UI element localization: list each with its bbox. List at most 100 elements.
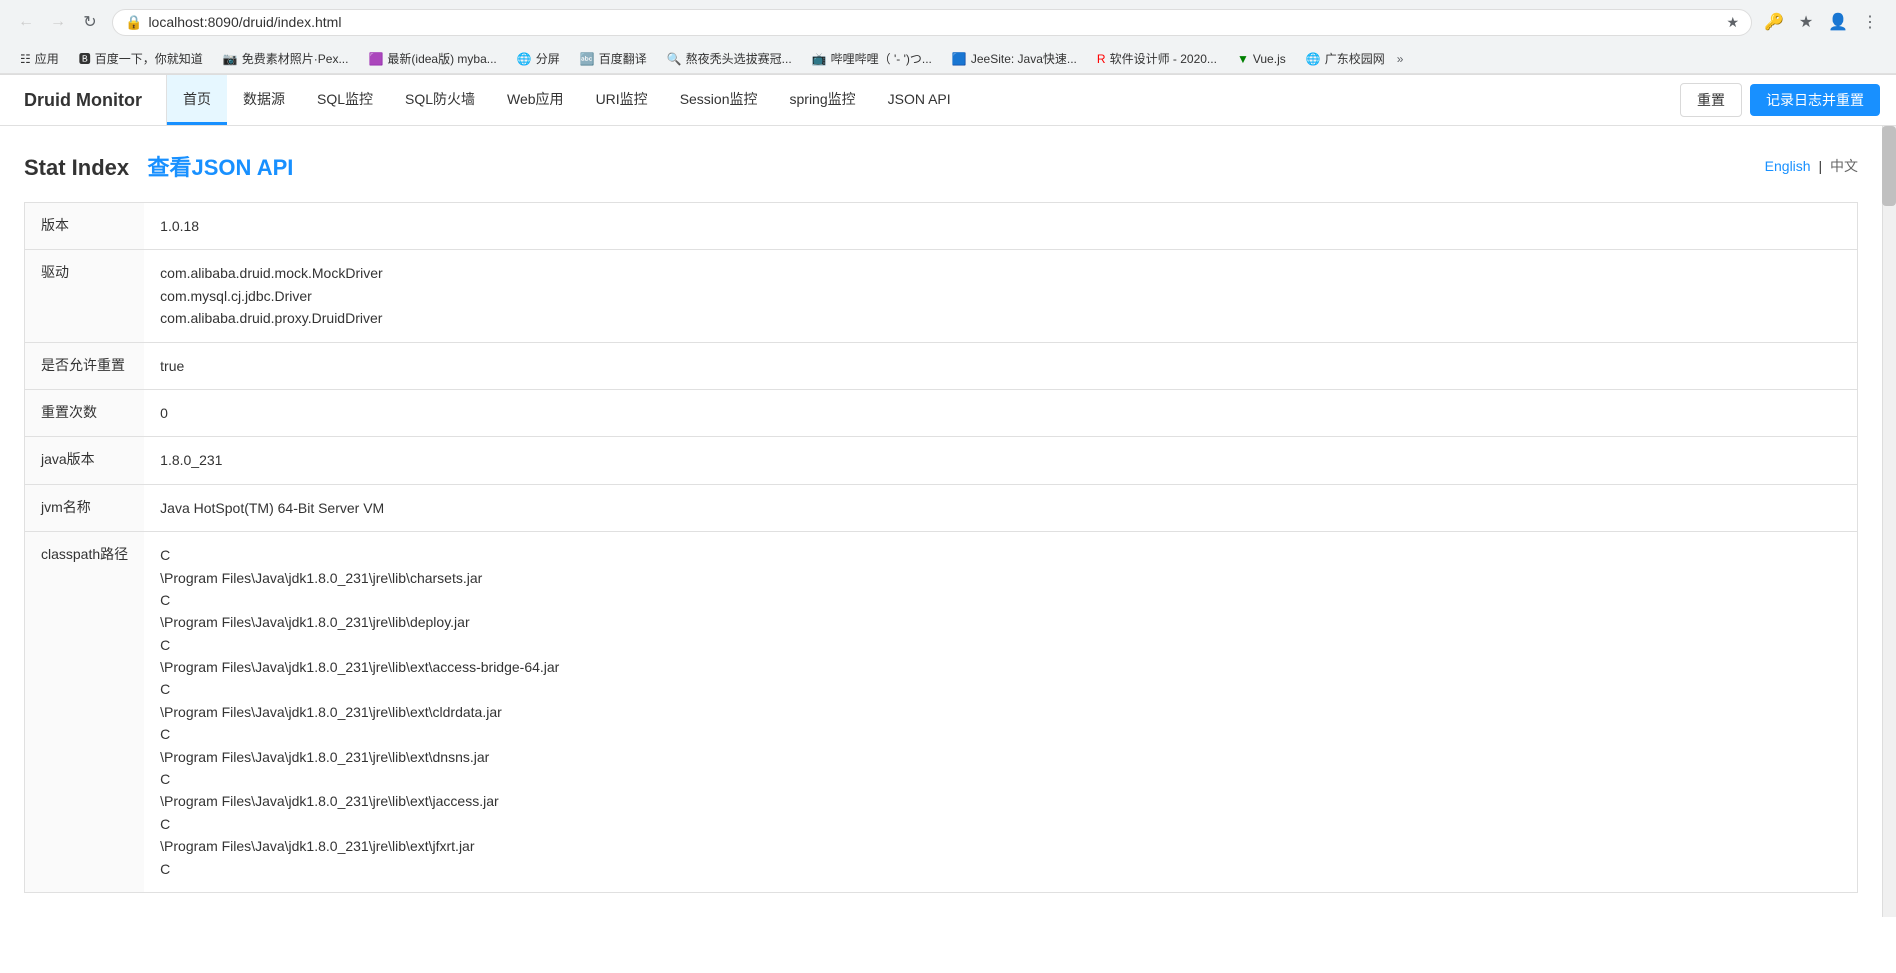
menu-icon[interactable]: ⋮ bbox=[1856, 8, 1884, 36]
bookmark-baidu[interactable]: 🅱 百度一下，你就知道 bbox=[71, 48, 211, 69]
bookmark-pex[interactable]: 📷 免费素材照片·Pex... bbox=[215, 48, 357, 69]
nav-actions: 重置 记录日志并重置 bbox=[1664, 83, 1896, 117]
bookmarks-bar: ☷ 应用 🅱 百度一下，你就知道 📷 免费素材照片·Pex... 🟪 最新(id… bbox=[0, 44, 1896, 74]
myba-icon: 🟪 bbox=[368, 52, 383, 66]
scrollbar[interactable] bbox=[1882, 126, 1896, 917]
label-classpath: classpath路径 bbox=[25, 532, 145, 893]
json-api-link[interactable]: 查看JSON API bbox=[147, 155, 293, 180]
bookmark-bilibili[interactable]: 📺 哔哩哔哩（ '- ')つ... bbox=[804, 48, 940, 69]
table-row-allow-reset: 是否允许重置 true bbox=[25, 342, 1858, 389]
bookmark-translate[interactable]: 🔤 百度翻译 bbox=[572, 48, 655, 69]
bilibili-icon: 📺 bbox=[812, 52, 827, 66]
label-version: 版本 bbox=[25, 203, 145, 250]
label-driver: 驱动 bbox=[25, 250, 145, 342]
bookmark-software-label: 软件设计师 - 2020... bbox=[1110, 50, 1217, 67]
software-icon: R bbox=[1097, 52, 1106, 66]
value-classpath: C \Program Files\Java\jdk1.8.0_231\jre\l… bbox=[144, 532, 1857, 893]
nav-item-spring-monitor[interactable]: spring监控 bbox=[774, 75, 872, 125]
translate-icon: 🔤 bbox=[580, 52, 595, 66]
browser-chrome: ← → ↻ 🔒 localhost:8090/druid/index.html … bbox=[0, 0, 1896, 75]
lock-icon: 🔒 bbox=[125, 14, 142, 31]
nav-item-home[interactable]: 首页 bbox=[167, 75, 227, 125]
lang-english[interactable]: English bbox=[1765, 158, 1811, 174]
nav-item-sql-firewall[interactable]: SQL防火墙 bbox=[389, 75, 491, 125]
value-reset-count: 0 bbox=[144, 389, 1857, 436]
nav-item-datasource[interactable]: 数据源 bbox=[227, 75, 301, 125]
bookmark-myba[interactable]: 🟪 最新(idea版) myba... bbox=[360, 48, 504, 69]
page-wrapper: Stat Index 查看JSON API English | 中文 版本 1.… bbox=[0, 126, 1896, 917]
browser-toolbar: ← → ↻ 🔒 localhost:8090/druid/index.html … bbox=[0, 0, 1896, 44]
table-row-reset-count: 重置次数 0 bbox=[25, 389, 1858, 436]
label-reset-count: 重置次数 bbox=[25, 389, 145, 436]
bookmark-vue-label: Vue.js bbox=[1253, 52, 1286, 66]
bookmark-bilibili-label: 哔哩哔哩（ '- ')つ... bbox=[831, 50, 932, 67]
browser-nav-buttons: ← → ↻ bbox=[12, 8, 104, 36]
key-icon[interactable]: 🔑 bbox=[1760, 8, 1788, 36]
bookmark-contest[interactable]: 🔍 熬夜秃头选拔赛冠... bbox=[659, 48, 800, 69]
value-driver: com.alibaba.druid.mock.MockDriver com.my… bbox=[144, 250, 1857, 342]
split-icon: 🌐 bbox=[517, 52, 532, 66]
app-nav: 首页 数据源 SQL监控 SQL防火墙 Web应用 URI监控 Session监… bbox=[167, 75, 1664, 125]
bookmark-star-icon[interactable]: ★ bbox=[1726, 14, 1739, 31]
bookmark-campus[interactable]: 🌐 广东校园网 bbox=[1298, 48, 1393, 69]
table-row-classpath: classpath路径 C \Program Files\Java\jdk1.8… bbox=[25, 532, 1858, 893]
vue-icon: ▼ bbox=[1237, 52, 1249, 66]
bookmark-myba-label: 最新(idea版) myba... bbox=[387, 50, 496, 67]
bookmark-split-label: 分屏 bbox=[536, 50, 560, 67]
bookmark-split[interactable]: 🌐 分屏 bbox=[509, 48, 568, 69]
forward-button[interactable]: → bbox=[44, 8, 72, 36]
pex-icon: 📷 bbox=[223, 52, 238, 66]
page-title: Stat Index 查看JSON API bbox=[24, 150, 293, 182]
value-jvm-name: Java HotSpot(TM) 64-Bit Server VM bbox=[144, 484, 1857, 531]
table-row-version: 版本 1.0.18 bbox=[25, 203, 1858, 250]
extensions-icon[interactable]: ★ bbox=[1792, 8, 1820, 36]
bookmark-vue[interactable]: ▼ Vue.js bbox=[1229, 50, 1294, 68]
nav-item-json-api[interactable]: JSON API bbox=[872, 75, 967, 125]
stat-table: 版本 1.0.18 驱动 com.alibaba.druid.mock.Mock… bbox=[24, 202, 1858, 893]
nav-item-uri-monitor[interactable]: URI监控 bbox=[580, 75, 664, 125]
value-allow-reset: true bbox=[144, 342, 1857, 389]
bookmark-apps-label: 应用 bbox=[35, 50, 59, 67]
back-button[interactable]: ← bbox=[12, 8, 40, 36]
baidu-icon: 🅱 bbox=[79, 50, 91, 67]
bookmark-translate-label: 百度翻译 bbox=[599, 50, 647, 67]
contest-icon: 🔍 bbox=[667, 52, 682, 66]
label-allow-reset: 是否允许重置 bbox=[25, 342, 145, 389]
bookmark-jeesite-label: JeeSite: Java快速... bbox=[971, 50, 1077, 67]
address-bar-icons: ★ bbox=[1726, 14, 1739, 31]
address-bar-url: localhost:8090/druid/index.html bbox=[148, 14, 1720, 30]
bookmark-jeesite[interactable]: 🟦 JeeSite: Java快速... bbox=[944, 48, 1085, 69]
apps-icon: ☷ bbox=[20, 52, 31, 66]
page-title-text: Stat Index bbox=[24, 155, 129, 180]
nav-item-session-monitor[interactable]: Session监控 bbox=[664, 75, 774, 125]
bookmark-contest-label: 熬夜秃头选拔赛冠... bbox=[686, 50, 792, 67]
label-jvm-name: jvm名称 bbox=[25, 484, 145, 531]
bookmark-apps[interactable]: ☷ 应用 bbox=[12, 48, 67, 69]
app-header: Druid Monitor 首页 数据源 SQL监控 SQL防火墙 Web应用 … bbox=[0, 75, 1896, 126]
lang-switcher: English | 中文 bbox=[1765, 156, 1858, 176]
log-reset-button[interactable]: 记录日志并重置 bbox=[1750, 84, 1880, 116]
main-content: Stat Index 查看JSON API English | 中文 版本 1.… bbox=[0, 126, 1882, 917]
page-title-area: Stat Index 查看JSON API English | 中文 bbox=[24, 150, 1858, 182]
bookmark-pex-label: 免费素材照片·Pex... bbox=[242, 50, 349, 67]
app-logo: Druid Monitor bbox=[0, 75, 167, 125]
bookmark-baidu-label: 百度一下，你就知道 bbox=[95, 50, 203, 67]
value-java-version: 1.8.0_231 bbox=[144, 437, 1857, 484]
nav-item-web-app[interactable]: Web应用 bbox=[491, 75, 580, 125]
profile-icon[interactable]: 👤 bbox=[1824, 8, 1852, 36]
table-row-jvm-name: jvm名称 Java HotSpot(TM) 64-Bit Server VM bbox=[25, 484, 1858, 531]
reload-button[interactable]: ↻ bbox=[76, 8, 104, 36]
reset-button[interactable]: 重置 bbox=[1680, 83, 1742, 117]
value-version: 1.0.18 bbox=[144, 203, 1857, 250]
table-row-driver: 驱动 com.alibaba.druid.mock.MockDriver com… bbox=[25, 250, 1858, 342]
bookmark-campus-label: 广东校园网 bbox=[1325, 50, 1385, 67]
lang-chinese[interactable]: 中文 bbox=[1830, 158, 1858, 174]
label-java-version: java版本 bbox=[25, 437, 145, 484]
bookmark-software[interactable]: R 软件设计师 - 2020... bbox=[1089, 48, 1225, 69]
nav-item-sql-monitor[interactable]: SQL监控 bbox=[301, 75, 389, 125]
lang-separator: | bbox=[1818, 158, 1822, 174]
campus-icon: 🌐 bbox=[1306, 52, 1321, 66]
jeesite-icon: 🟦 bbox=[952, 52, 967, 66]
address-bar[interactable]: 🔒 localhost:8090/druid/index.html ★ bbox=[112, 9, 1752, 36]
more-bookmarks[interactable]: » bbox=[1397, 52, 1404, 66]
